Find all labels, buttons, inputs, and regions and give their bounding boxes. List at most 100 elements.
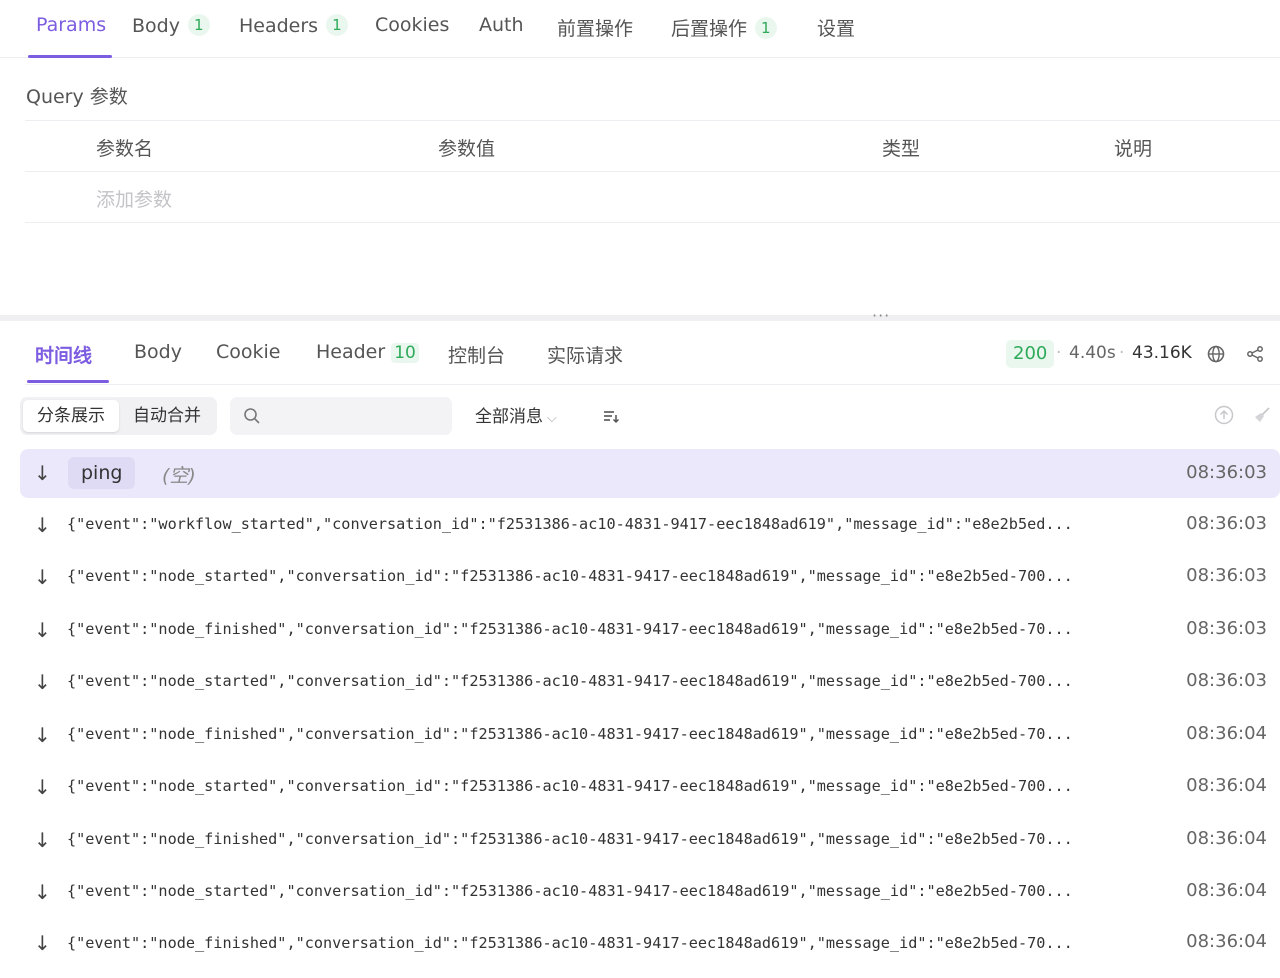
tab-auth-label: Auth [479, 14, 524, 36]
arrow-down-icon: ↓ [34, 880, 51, 904]
arrow-down-icon: ↓ [34, 461, 51, 485]
active-response-tab-indicator [27, 380, 109, 383]
message-time: 08:36:03 [1186, 462, 1267, 483]
tab-response-header-label: Header [316, 341, 386, 363]
tab-console-label: 控制台 [448, 345, 506, 367]
message-content: {"event":"node_finished","conversation_i… [67, 830, 1073, 848]
active-tab-indicator [28, 55, 112, 58]
tab-timeline[interactable]: 时间线 [35, 341, 92, 368]
message-row[interactable]: ↓ {"event":"node_finished","conversation… [20, 710, 1280, 762]
tab-response-body-label: Body [134, 341, 182, 363]
tab-pre-processors-label: 前置操作 [557, 18, 634, 40]
message-time: 08:36:04 [1186, 775, 1267, 796]
tab-body-count-badge: 1 [187, 14, 210, 36]
message-time: 08:36:03 [1186, 618, 1267, 639]
tab-headers-count-badge: 1 [326, 14, 348, 36]
view-mode-merge[interactable]: 自动合并 [120, 400, 214, 432]
status-badge: 200 [1006, 340, 1055, 368]
upload-circle-icon[interactable] [1213, 404, 1235, 426]
message-row[interactable]: ↓ {"event":"node_started","conversation_… [20, 762, 1280, 814]
tab-headers-label: Headers [239, 15, 319, 37]
tab-console[interactable]: 控制台 [448, 341, 505, 368]
sort-icon[interactable] [600, 406, 622, 426]
column-header-type: 类型 [882, 138, 921, 160]
splitter-handle[interactable]: ··· [872, 306, 890, 325]
message-time: 08:36:03 [1186, 513, 1267, 534]
message-row-ping[interactable]: ↓ ping (空) 08:36:03 [20, 449, 1280, 498]
message-content: {"event":"node_started","conversation_id… [67, 672, 1073, 690]
tab-cookies-label: Cookies [375, 14, 450, 36]
message-content: {"event":"workflow_started","conversatio… [67, 515, 1073, 533]
message-content: {"event":"node_started","conversation_id… [67, 567, 1073, 585]
message-row[interactable]: ↓ {"event":"node_finished","conversation… [20, 605, 1280, 657]
globe-icon[interactable] [1205, 343, 1227, 365]
arrow-down-icon: ↓ [34, 828, 51, 852]
message-time: 08:36:04 [1186, 880, 1267, 901]
add-param-input[interactable]: 添加参数 [96, 185, 172, 212]
search-input[interactable] [270, 401, 440, 431]
tab-timeline-label: 时间线 [35, 345, 93, 367]
arrow-down-icon: ↓ [34, 775, 51, 799]
tab-headers[interactable]: Headers 1 [239, 14, 348, 37]
tab-settings-label: 设置 [817, 18, 856, 40]
search-box [230, 397, 452, 435]
tab-response-body[interactable]: Body [134, 341, 182, 363]
share-icon[interactable] [1244, 343, 1266, 365]
tab-response-cookie[interactable]: Cookie [216, 341, 281, 363]
tab-response-header[interactable]: Header 10 [316, 341, 419, 363]
tab-cookies[interactable]: Cookies [375, 14, 449, 36]
arrow-down-icon: ↓ [34, 931, 51, 955]
message-row[interactable]: ↓ {"event":"node_finished","conversation… [20, 815, 1280, 867]
message-row[interactable]: ↓ {"event":"node_started","conversation_… [20, 867, 1280, 919]
message-content: {"event":"node_finished","conversation_i… [67, 934, 1073, 952]
divider [25, 222, 1280, 223]
tab-post-processors[interactable]: 后置操作 1 [671, 14, 777, 41]
view-mode-split[interactable]: 分条展示 [23, 400, 119, 432]
tab-params[interactable]: Params [36, 14, 106, 36]
message-row[interactable]: ↓ {"event":"workflow_started","conversat… [20, 500, 1280, 552]
message-time: 08:36:04 [1186, 723, 1267, 744]
arrow-down-icon: ↓ [34, 565, 51, 589]
tab-response-header-count: 10 [391, 343, 419, 363]
ping-tag: ping [68, 457, 136, 489]
chevron-down-icon: ⌵ [547, 411, 557, 426]
arrow-down-icon: ↓ [34, 670, 51, 694]
view-mode-toggle: 分条展示 自动合并 [20, 397, 217, 435]
tab-pre-processors[interactable]: 前置操作 [557, 14, 633, 41]
separator: · [1119, 343, 1125, 363]
divider [25, 171, 1280, 172]
broom-icon[interactable] [1251, 404, 1273, 426]
tab-post-processors-count-badge: 1 [755, 17, 777, 39]
message-time: 08:36:04 [1186, 931, 1267, 952]
tab-actual-request-label: 实际请求 [547, 345, 624, 367]
message-content: {"event":"node_finished","conversation_i… [67, 620, 1073, 638]
tab-auth[interactable]: Auth [479, 14, 524, 36]
arrow-down-icon: ↓ [34, 618, 51, 642]
column-header-value: 参数值 [438, 138, 496, 160]
message-row[interactable]: ↓ {"event":"node_started","conversation_… [20, 552, 1280, 604]
column-header-name: 参数名 [96, 138, 154, 160]
response-time: 4.40s [1069, 343, 1116, 363]
query-params-title: Query 参数 [26, 86, 128, 108]
ping-content: (空) [162, 465, 196, 487]
tab-post-processors-label: 后置操作 [671, 18, 748, 40]
divider [25, 120, 1280, 121]
tab-params-label: Params [36, 14, 107, 36]
tab-settings[interactable]: 设置 [817, 14, 855, 41]
arrow-down-icon: ↓ [34, 513, 51, 537]
message-time: 08:36:03 [1186, 565, 1267, 586]
divider [25, 384, 1280, 385]
tab-actual-request[interactable]: 实际请求 [547, 341, 623, 368]
response-size: 43.16K [1132, 343, 1192, 363]
tab-body-label: Body [132, 15, 180, 37]
message-filter-select[interactable]: 全部消息 ⌵ [475, 402, 557, 427]
message-content: {"event":"node_started","conversation_id… [67, 882, 1073, 900]
message-filter-label: 全部消息 [475, 407, 543, 427]
panel-splitter[interactable] [0, 315, 1280, 321]
message-row[interactable]: ↓ {"event":"node_started","conversation_… [20, 657, 1280, 709]
message-row[interactable]: ↓ {"event":"node_finished","conversation… [20, 920, 1280, 978]
column-header-description: 说明 [1114, 138, 1153, 160]
arrow-down-icon: ↓ [34, 723, 51, 747]
separator: · [1056, 343, 1062, 363]
tab-body[interactable]: Body 1 [132, 14, 210, 37]
